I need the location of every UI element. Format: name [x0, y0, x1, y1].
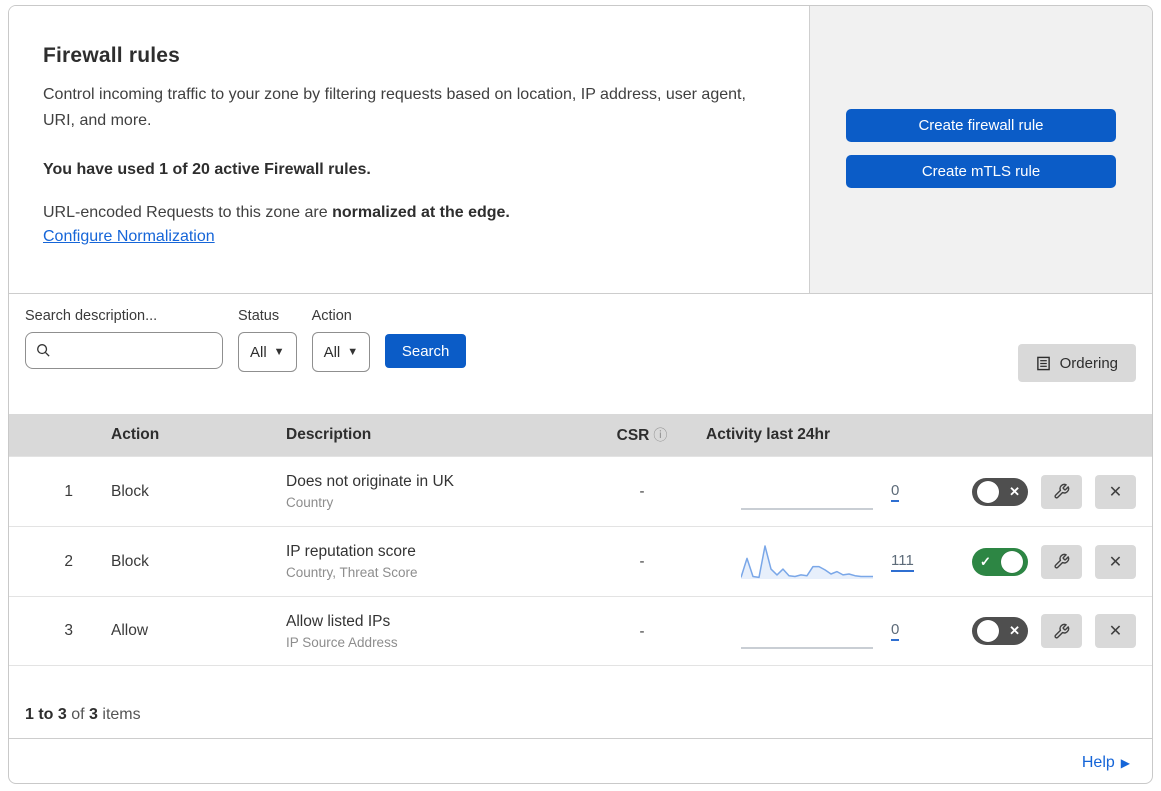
arrow-right-icon: ▶ [1120, 755, 1130, 770]
action-filter-label: Action [311, 308, 352, 324]
wrench-icon [1054, 483, 1070, 499]
delete-rule-button[interactable]: ✕ [1095, 544, 1136, 579]
edit-rule-button[interactable] [1041, 474, 1082, 509]
usage-summary: You have used 1 of 20 active Firewall ru… [43, 160, 371, 178]
chevron-down-icon: ▼ [347, 346, 359, 358]
toggle-knob [977, 480, 999, 503]
ordering-button-label: Ordering [1059, 354, 1118, 372]
table-row: 2 Block IP reputation score Country, Thr… [9, 526, 1152, 596]
activity-sparkline [741, 544, 873, 579]
items-range: 1 to 3 [25, 706, 67, 723]
activity-count-link[interactable]: 0 [891, 482, 900, 502]
rule-csr-value: - [639, 553, 645, 570]
page-description: Control incoming traffic to your zone by… [43, 86, 746, 130]
rule-description: Allow listed IPs [286, 612, 391, 630]
rule-enable-toggle[interactable]: ✓ ✕ [972, 617, 1028, 645]
create-firewall-rule-button[interactable]: Create firewall rule [846, 109, 1116, 142]
close-icon: ✕ [1108, 553, 1123, 571]
rule-fields: Country [286, 495, 334, 510]
rule-action: Block [111, 552, 149, 570]
activity-count-link[interactable]: 111 [891, 552, 914, 572]
create-mtls-rule-button[interactable]: Create mTLS rule [846, 155, 1116, 188]
x-icon: ✕ [1009, 483, 1020, 499]
ordering-button[interactable]: Ordering [1017, 344, 1136, 382]
configure-normalization-link[interactable]: Configure Normalization [43, 228, 215, 246]
status-filter-dropdown[interactable]: All ▼ [238, 332, 297, 372]
edit-rule-button[interactable] [1041, 544, 1082, 579]
check-icon: ✓ [980, 553, 991, 569]
search-button[interactable]: Search [385, 334, 467, 368]
rule-enable-toggle[interactable]: ✓ ✕ [972, 547, 1028, 576]
rule-controls: ✓ ✕ ✕ [956, 474, 1152, 509]
column-header-description: Description [286, 426, 372, 443]
help-link[interactable]: Help ▶ [1082, 754, 1130, 772]
firewall-rules-card: Firewall rules Control incoming traffic … [8, 5, 1153, 784]
status-filter-label: Status [238, 308, 280, 324]
rule-description-cell: IP reputation score Country, Threat Scor… [256, 543, 586, 580]
chevron-down-icon: ▼ [273, 346, 285, 358]
wrench-icon [1054, 623, 1070, 639]
rule-fields: Country, Threat Score [286, 565, 418, 580]
rule-activity-cell: 0 [698, 472, 956, 512]
rule-csr-value: - [639, 622, 645, 640]
delete-rule-button[interactable]: ✕ [1095, 474, 1136, 509]
table-row: 1 Block Does not originate in UK Country… [9, 456, 1152, 526]
normalization-text: URL-encoded Requests to this zone are no… [43, 204, 769, 222]
action-filter-dropdown[interactable]: All ▼ [311, 332, 371, 372]
rule-description: Does not originate in UK [286, 473, 455, 490]
rule-description: IP reputation score [286, 543, 416, 560]
rule-controls: ✓ ✕ ✕ [956, 544, 1152, 579]
search-input[interactable] [57, 342, 212, 359]
toggle-knob [977, 620, 999, 642]
filter-bar: Search description... Status All ▼ Actio… [9, 294, 1152, 414]
items-total: 3 [89, 706, 98, 723]
help-footer: Help ▶ [9, 738, 1152, 783]
rule-enable-toggle[interactable]: ✓ ✕ [972, 477, 1028, 506]
rules-table: Action Description CSR ⓘ Activity last 24… [9, 414, 1152, 666]
rule-action: Block [111, 482, 149, 500]
toggle-knob [1001, 550, 1023, 573]
rule-description-cell: Does not originate in UK Country [256, 473, 586, 510]
table-header-row: Action Description CSR ⓘ Activity last 24… [9, 414, 1152, 456]
rule-priority: 3 [64, 622, 73, 639]
items-summary: 1 to 3 of 3 items [25, 706, 141, 723]
edit-rule-button[interactable] [1041, 614, 1082, 648]
header-section: Firewall rules Control incoming traffic … [9, 6, 1152, 294]
status-filter-value: All [250, 343, 267, 361]
rule-priority: 2 [64, 552, 73, 570]
column-header-csr: CSR ⓘ [616, 427, 668, 444]
wrench-icon [1054, 553, 1070, 569]
rule-action: Allow [111, 622, 149, 639]
normalization-bold: normalized at the edge. [332, 203, 510, 221]
table-body: 1 Block Does not originate in UK Country… [9, 456, 1152, 666]
intro-panel: Firewall rules Control incoming traffic … [9, 6, 809, 293]
action-filter-value: All [323, 343, 341, 361]
rule-priority: 1 [64, 482, 73, 500]
close-icon: ✕ [1108, 483, 1123, 501]
x-icon: ✕ [1009, 623, 1020, 638]
delete-rule-button[interactable]: ✕ [1095, 614, 1136, 648]
normalization-prefix: URL-encoded Requests to this zone are [43, 203, 328, 221]
actions-panel: Create firewall rule Create mTLS rule [809, 6, 1152, 293]
rule-activity-cell: 111 [698, 542, 956, 582]
rule-fields: IP Source Address [286, 634, 398, 650]
rule-controls: ✓ ✕ ✕ [956, 614, 1152, 648]
list-document-icon [1036, 356, 1050, 370]
rule-activity-cell: 0 [698, 611, 956, 651]
activity-count-link[interactable]: 0 [891, 621, 900, 641]
info-icon[interactable]: ⓘ [653, 427, 667, 443]
column-header-action: Action [111, 426, 160, 443]
help-link-label: Help [1081, 753, 1115, 771]
column-header-activity: Activity last 24hr [706, 426, 831, 443]
page-title: Firewall rules [43, 44, 181, 67]
search-input-wrapper [25, 332, 223, 369]
search-label: Search description... [25, 308, 158, 324]
rule-csr-value: - [639, 483, 645, 500]
rule-description-cell: Allow listed IPs IP Source Address [256, 613, 586, 650]
close-icon: ✕ [1108, 623, 1123, 640]
activity-sparkline [741, 507, 873, 510]
activity-sparkline [741, 647, 873, 649]
table-row: 3 Allow Allow listed IPs IP Source Addre… [9, 596, 1152, 666]
search-icon [37, 344, 50, 357]
